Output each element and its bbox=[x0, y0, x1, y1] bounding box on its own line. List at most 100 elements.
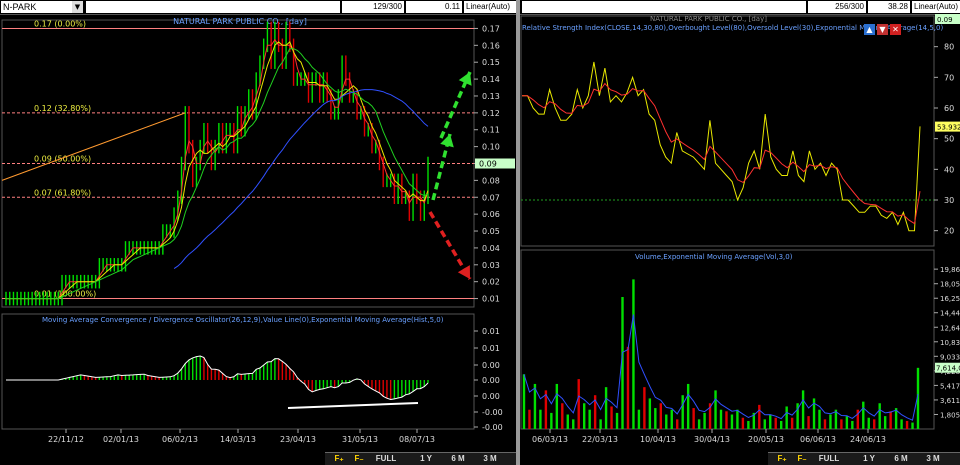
rsi-line bbox=[522, 61, 921, 232]
y-tick-label: 0.05 bbox=[482, 227, 500, 236]
rsi-y-tick-label: 50 bbox=[944, 135, 954, 144]
timeframe-6m-button[interactable]: 6 M bbox=[888, 454, 914, 464]
moving-average-yellow-line bbox=[6, 41, 429, 300]
zoom-out-icon[interactable]: F₋ bbox=[351, 454, 367, 464]
fibonacci-level-label: 0.12 (32.80%) bbox=[34, 104, 91, 113]
timeframe-1y-button[interactable]: 1 Y bbox=[413, 454, 439, 464]
left-chart-window: N-PARK ▼ 129/300 0.11 Linear(Auto) NATUR… bbox=[0, 0, 516, 465]
rsi-y-tick-label: 70 bbox=[944, 73, 954, 82]
timeframe-full-button[interactable]: FULL bbox=[373, 454, 399, 464]
trend-arrow-down-head bbox=[457, 265, 470, 279]
left-timeframe-bar: F₊ F₋ FULL 1 Y 6 M 3 M bbox=[325, 452, 516, 465]
y-tick-label: 0.10 bbox=[482, 143, 500, 152]
macd-y-tick-label: 0.00 bbox=[482, 376, 500, 385]
rsi-y-tick-label: 40 bbox=[944, 165, 954, 174]
zoom-in-icon[interactable]: F₊ bbox=[331, 454, 347, 464]
x-tick-label: 10/04/13 bbox=[640, 435, 676, 444]
y-tick-label: 0.06 bbox=[482, 210, 500, 219]
rsi-y-tick-label: 30 bbox=[944, 196, 954, 205]
timeframe-3m-button[interactable]: 3 M bbox=[920, 454, 946, 464]
arrow-up-icon[interactable]: ▲ bbox=[864, 24, 875, 35]
y-tick-label: 0.13 bbox=[482, 92, 500, 101]
x-tick-label: 08/07/13 bbox=[399, 435, 435, 444]
moving-average-green-line bbox=[6, 48, 429, 300]
volume-plot-frame bbox=[520, 249, 935, 430]
zoom-out-icon[interactable]: F₋ bbox=[794, 454, 810, 464]
scale-field[interactable]: Linear(Auto) bbox=[912, 1, 960, 13]
macd-y-tick-label: 0.01 bbox=[482, 344, 500, 353]
trend-line bbox=[1, 112, 186, 181]
volume-y-tick-label: 1,805 bbox=[940, 411, 960, 419]
fibonacci-level-label: 0.07 (61.80%) bbox=[34, 188, 91, 197]
x-tick-label: 06/02/13 bbox=[162, 435, 198, 444]
left-toolbar: N-PARK ▼ 129/300 0.11 Linear(Auto) bbox=[0, 0, 516, 15]
zoom-in-icon[interactable]: F₊ bbox=[774, 454, 790, 464]
bars-count-field: 256/300 bbox=[808, 1, 866, 13]
right-timeframe-bar: F₊ F₋ FULL 1 Y 6 M 3 M bbox=[768, 452, 960, 465]
macd-y-tick-label: -0.00 bbox=[482, 408, 503, 417]
right-chart-svg: NATURAL PARK PUBLIC CO., [day]Relative S… bbox=[520, 14, 960, 444]
x-tick-label: 06/06/13 bbox=[800, 435, 836, 444]
x-tick-label: 06/03/13 bbox=[532, 435, 568, 444]
arrow-down-icon[interactable]: ▼ bbox=[877, 24, 888, 35]
macd-plot-frame bbox=[1, 313, 475, 430]
y-tick-label: 0.02 bbox=[482, 278, 500, 287]
price-chart-title: NATURAL PARK PUBLIC CO., [day] bbox=[173, 17, 307, 26]
macd-y-tick-label: -0.00 bbox=[482, 423, 503, 432]
volume-y-tick-label: 18,052 bbox=[940, 281, 960, 289]
volume-y-tick-label: 16,250 bbox=[940, 295, 960, 303]
timeframe-1y-button[interactable]: 1 Y bbox=[856, 454, 882, 464]
symbol-input[interactable]: N-PARK bbox=[1, 1, 83, 13]
timeframe-full-button[interactable]: FULL bbox=[816, 454, 842, 464]
timeframe-3m-button[interactable]: 3 M bbox=[477, 454, 503, 464]
y-tick-label: 0.16 bbox=[482, 41, 500, 50]
fibonacci-level-label: 0.17 (0.00%) bbox=[34, 19, 86, 28]
volume-last-value-label: 7,614,0 bbox=[936, 365, 960, 373]
x-tick-label: 30/04/13 bbox=[694, 435, 730, 444]
right-toolbar: 256/300 38.28 Linear(Auto) bbox=[520, 0, 960, 15]
y-tick-label: 0.11 bbox=[482, 126, 500, 135]
macd-chart-title: Moving Average Convergence / Divergence … bbox=[42, 316, 444, 324]
macd-line bbox=[6, 355, 429, 401]
y-tick-label: 0.07 bbox=[482, 193, 500, 202]
right-chart-window: 256/300 38.28 Linear(Auto) NATURAL PARK … bbox=[520, 0, 960, 465]
blank-field bbox=[86, 1, 340, 13]
rsi-y-tick-label: 80 bbox=[944, 43, 954, 52]
timeframe-6m-button[interactable]: 6 M bbox=[445, 454, 471, 464]
rsi-plot-frame bbox=[520, 15, 935, 247]
x-tick-label: 23/04/13 bbox=[280, 435, 316, 444]
last-price-label: 0.09 bbox=[479, 160, 497, 169]
fibonacci-level-label: 0.09 (50.00%) bbox=[34, 155, 91, 164]
volume-y-tick-label: 3,611 bbox=[940, 397, 960, 405]
y-tick-label: 0.03 bbox=[482, 261, 500, 270]
y-tick-label: 0.01 bbox=[482, 295, 500, 304]
volume-y-tick-label: 9,033 bbox=[940, 353, 960, 361]
rsi-last-value-label: 53.9324 bbox=[937, 124, 960, 132]
value-box-label: 0.09 bbox=[937, 16, 953, 24]
x-tick-label: 22/11/12 bbox=[48, 435, 84, 444]
dropdown-arrow-icon[interactable]: ▼ bbox=[72, 1, 83, 13]
x-tick-label: 14/03/13 bbox=[220, 435, 256, 444]
y-tick-label: 0.08 bbox=[482, 176, 500, 185]
volume-chart-title: Volume,Exponential Moving Average(Vol,3,… bbox=[635, 253, 793, 261]
macd-y-tick-label: 0.00 bbox=[482, 361, 500, 370]
y-tick-label: 0.12 bbox=[482, 109, 500, 118]
x-tick-label: 22/03/13 bbox=[582, 435, 618, 444]
x-tick-label: 02/01/13 bbox=[103, 435, 139, 444]
y-tick-label: 0.15 bbox=[482, 58, 500, 67]
blank-field bbox=[522, 1, 806, 13]
last-value-field: 38.28 bbox=[868, 1, 910, 13]
x-tick-label: 31/05/13 bbox=[342, 435, 378, 444]
volume-y-tick-label: 10,838 bbox=[940, 339, 960, 347]
bars-count-field: 129/300 bbox=[342, 1, 404, 13]
rsi-y-tick-label: 60 bbox=[944, 104, 954, 113]
volume-y-tick-label: 14,448 bbox=[940, 310, 960, 318]
close-icon[interactable]: ✕ bbox=[890, 24, 901, 35]
scale-field[interactable]: Linear(Auto) bbox=[464, 1, 516, 13]
macd-divergence-line bbox=[287, 402, 419, 409]
x-tick-label: 20/05/13 bbox=[748, 435, 784, 444]
y-tick-label: 0.17 bbox=[482, 24, 500, 33]
rsi-y-tick-label: 20 bbox=[944, 227, 954, 236]
macd-y-tick-label: 0.00 bbox=[482, 392, 500, 401]
left-chart-svg: NATURAL PARK PUBLIC CO., [day] 0.17 0.16 0.… bbox=[1, 17, 515, 444]
